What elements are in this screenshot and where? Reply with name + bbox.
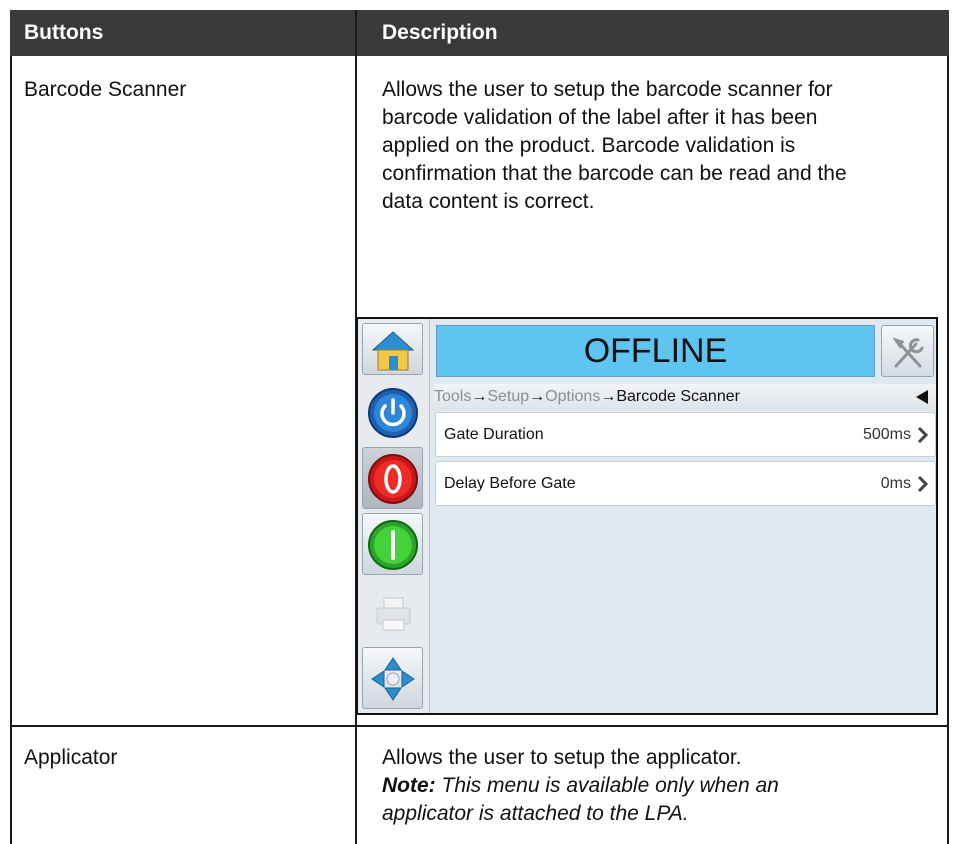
row-divider xyxy=(10,725,949,727)
setting-delay-before-gate[interactable]: Delay Before Gate 0ms xyxy=(435,461,936,506)
row-applicator-label: Applicator xyxy=(24,746,118,769)
description-line: applied on the product. Barcode validati… xyxy=(382,134,796,157)
header-buttons: Buttons xyxy=(24,21,104,44)
setting-gate-duration[interactable]: Gate Duration 500ms xyxy=(435,412,936,457)
printer-button[interactable] xyxy=(362,581,423,643)
status-banner: OFFLINE xyxy=(436,325,875,377)
note-text: This menu is available only when an xyxy=(435,774,779,797)
start-icon xyxy=(368,520,418,570)
power-icon xyxy=(368,388,418,438)
home-icon xyxy=(371,331,415,371)
breadcrumb-item[interactable]: Options xyxy=(545,388,600,405)
chevron-right-icon xyxy=(917,476,929,492)
device-screenshot: OFFLINE Tools→Setup→Options→Barcode Scan… xyxy=(356,317,938,715)
breadcrumb-separator: → xyxy=(471,388,488,405)
breadcrumb-separator: → xyxy=(529,388,546,405)
power-button[interactable] xyxy=(362,381,423,443)
setting-value: 500ms xyxy=(862,426,911,443)
chevron-right-icon xyxy=(917,427,929,443)
description-line: Allows the user to setup the barcode sca… xyxy=(382,78,833,101)
setting-label: Delay Before Gate xyxy=(444,475,576,492)
description-line: barcode validation of the label after it… xyxy=(382,106,818,129)
description-line: confirmation that the barcode can be rea… xyxy=(382,162,847,185)
back-icon[interactable] xyxy=(916,390,928,404)
stop-button[interactable] xyxy=(362,447,423,509)
description-line: data content is correct. xyxy=(382,190,595,213)
header-description: Description xyxy=(382,21,498,44)
setting-label: Gate Duration xyxy=(444,426,544,443)
table-header: Buttons Description xyxy=(10,10,949,56)
description-line: Allows the user to setup the applicator. xyxy=(382,746,742,769)
note-label: Note: xyxy=(382,774,436,797)
breadcrumb-current: Barcode Scanner xyxy=(616,388,740,405)
sidebar xyxy=(358,319,430,713)
note-line: applicator is attached to the LPA. xyxy=(382,802,689,825)
home-button[interactable] xyxy=(362,323,423,375)
breadcrumb-item[interactable]: Tools xyxy=(434,388,471,405)
row-barcode-scanner-label: Barcode Scanner xyxy=(24,78,187,101)
breadcrumb-separator: → xyxy=(600,388,617,405)
tools-button[interactable] xyxy=(881,325,934,377)
start-button[interactable] xyxy=(362,513,423,575)
breadcrumb-item[interactable]: Setup xyxy=(487,388,529,405)
breadcrumb: Tools→Setup→Options→Barcode Scanner xyxy=(434,384,936,410)
navigate-icon xyxy=(371,657,415,701)
stop-icon xyxy=(368,454,418,504)
navigate-button[interactable] xyxy=(362,647,423,709)
setting-value: 0ms xyxy=(880,475,911,492)
printer-icon xyxy=(376,597,411,631)
note-line: Note: This menu is available only when a… xyxy=(382,772,779,799)
tools-icon xyxy=(892,337,924,368)
